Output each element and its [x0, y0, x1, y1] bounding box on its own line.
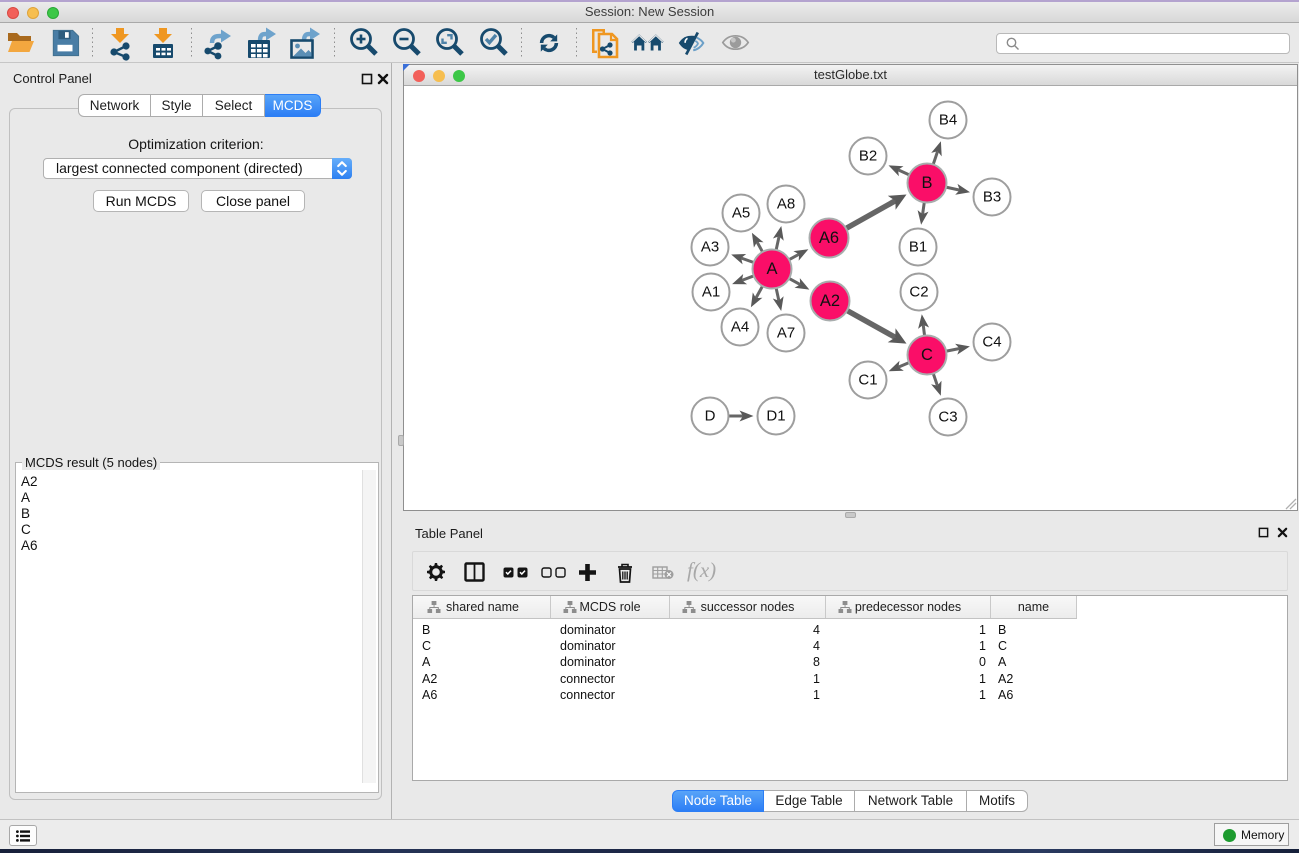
svg-text:B2: B2	[859, 148, 877, 165]
svg-text:D1: D1	[766, 408, 785, 425]
svg-text:A4: A4	[731, 319, 749, 336]
svg-text:A6: A6	[819, 229, 839, 247]
svg-text:B: B	[921, 174, 932, 192]
svg-text:C4: C4	[982, 334, 1001, 351]
svg-text:A2: A2	[820, 292, 840, 310]
svg-text:B4: B4	[939, 112, 957, 129]
svg-text:C3: C3	[938, 409, 957, 426]
svg-text:C: C	[921, 346, 933, 364]
svg-text:A7: A7	[777, 325, 795, 342]
svg-text:A1: A1	[702, 284, 720, 301]
svg-text:B3: B3	[983, 189, 1001, 206]
svg-text:B1: B1	[909, 239, 927, 256]
svg-text:A3: A3	[701, 239, 719, 256]
svg-text:C1: C1	[858, 372, 877, 389]
svg-text:A: A	[766, 260, 777, 278]
svg-text:C2: C2	[909, 284, 928, 301]
svg-text:D: D	[705, 408, 716, 425]
svg-text:A5: A5	[732, 205, 750, 222]
svg-text:A8: A8	[777, 196, 795, 213]
